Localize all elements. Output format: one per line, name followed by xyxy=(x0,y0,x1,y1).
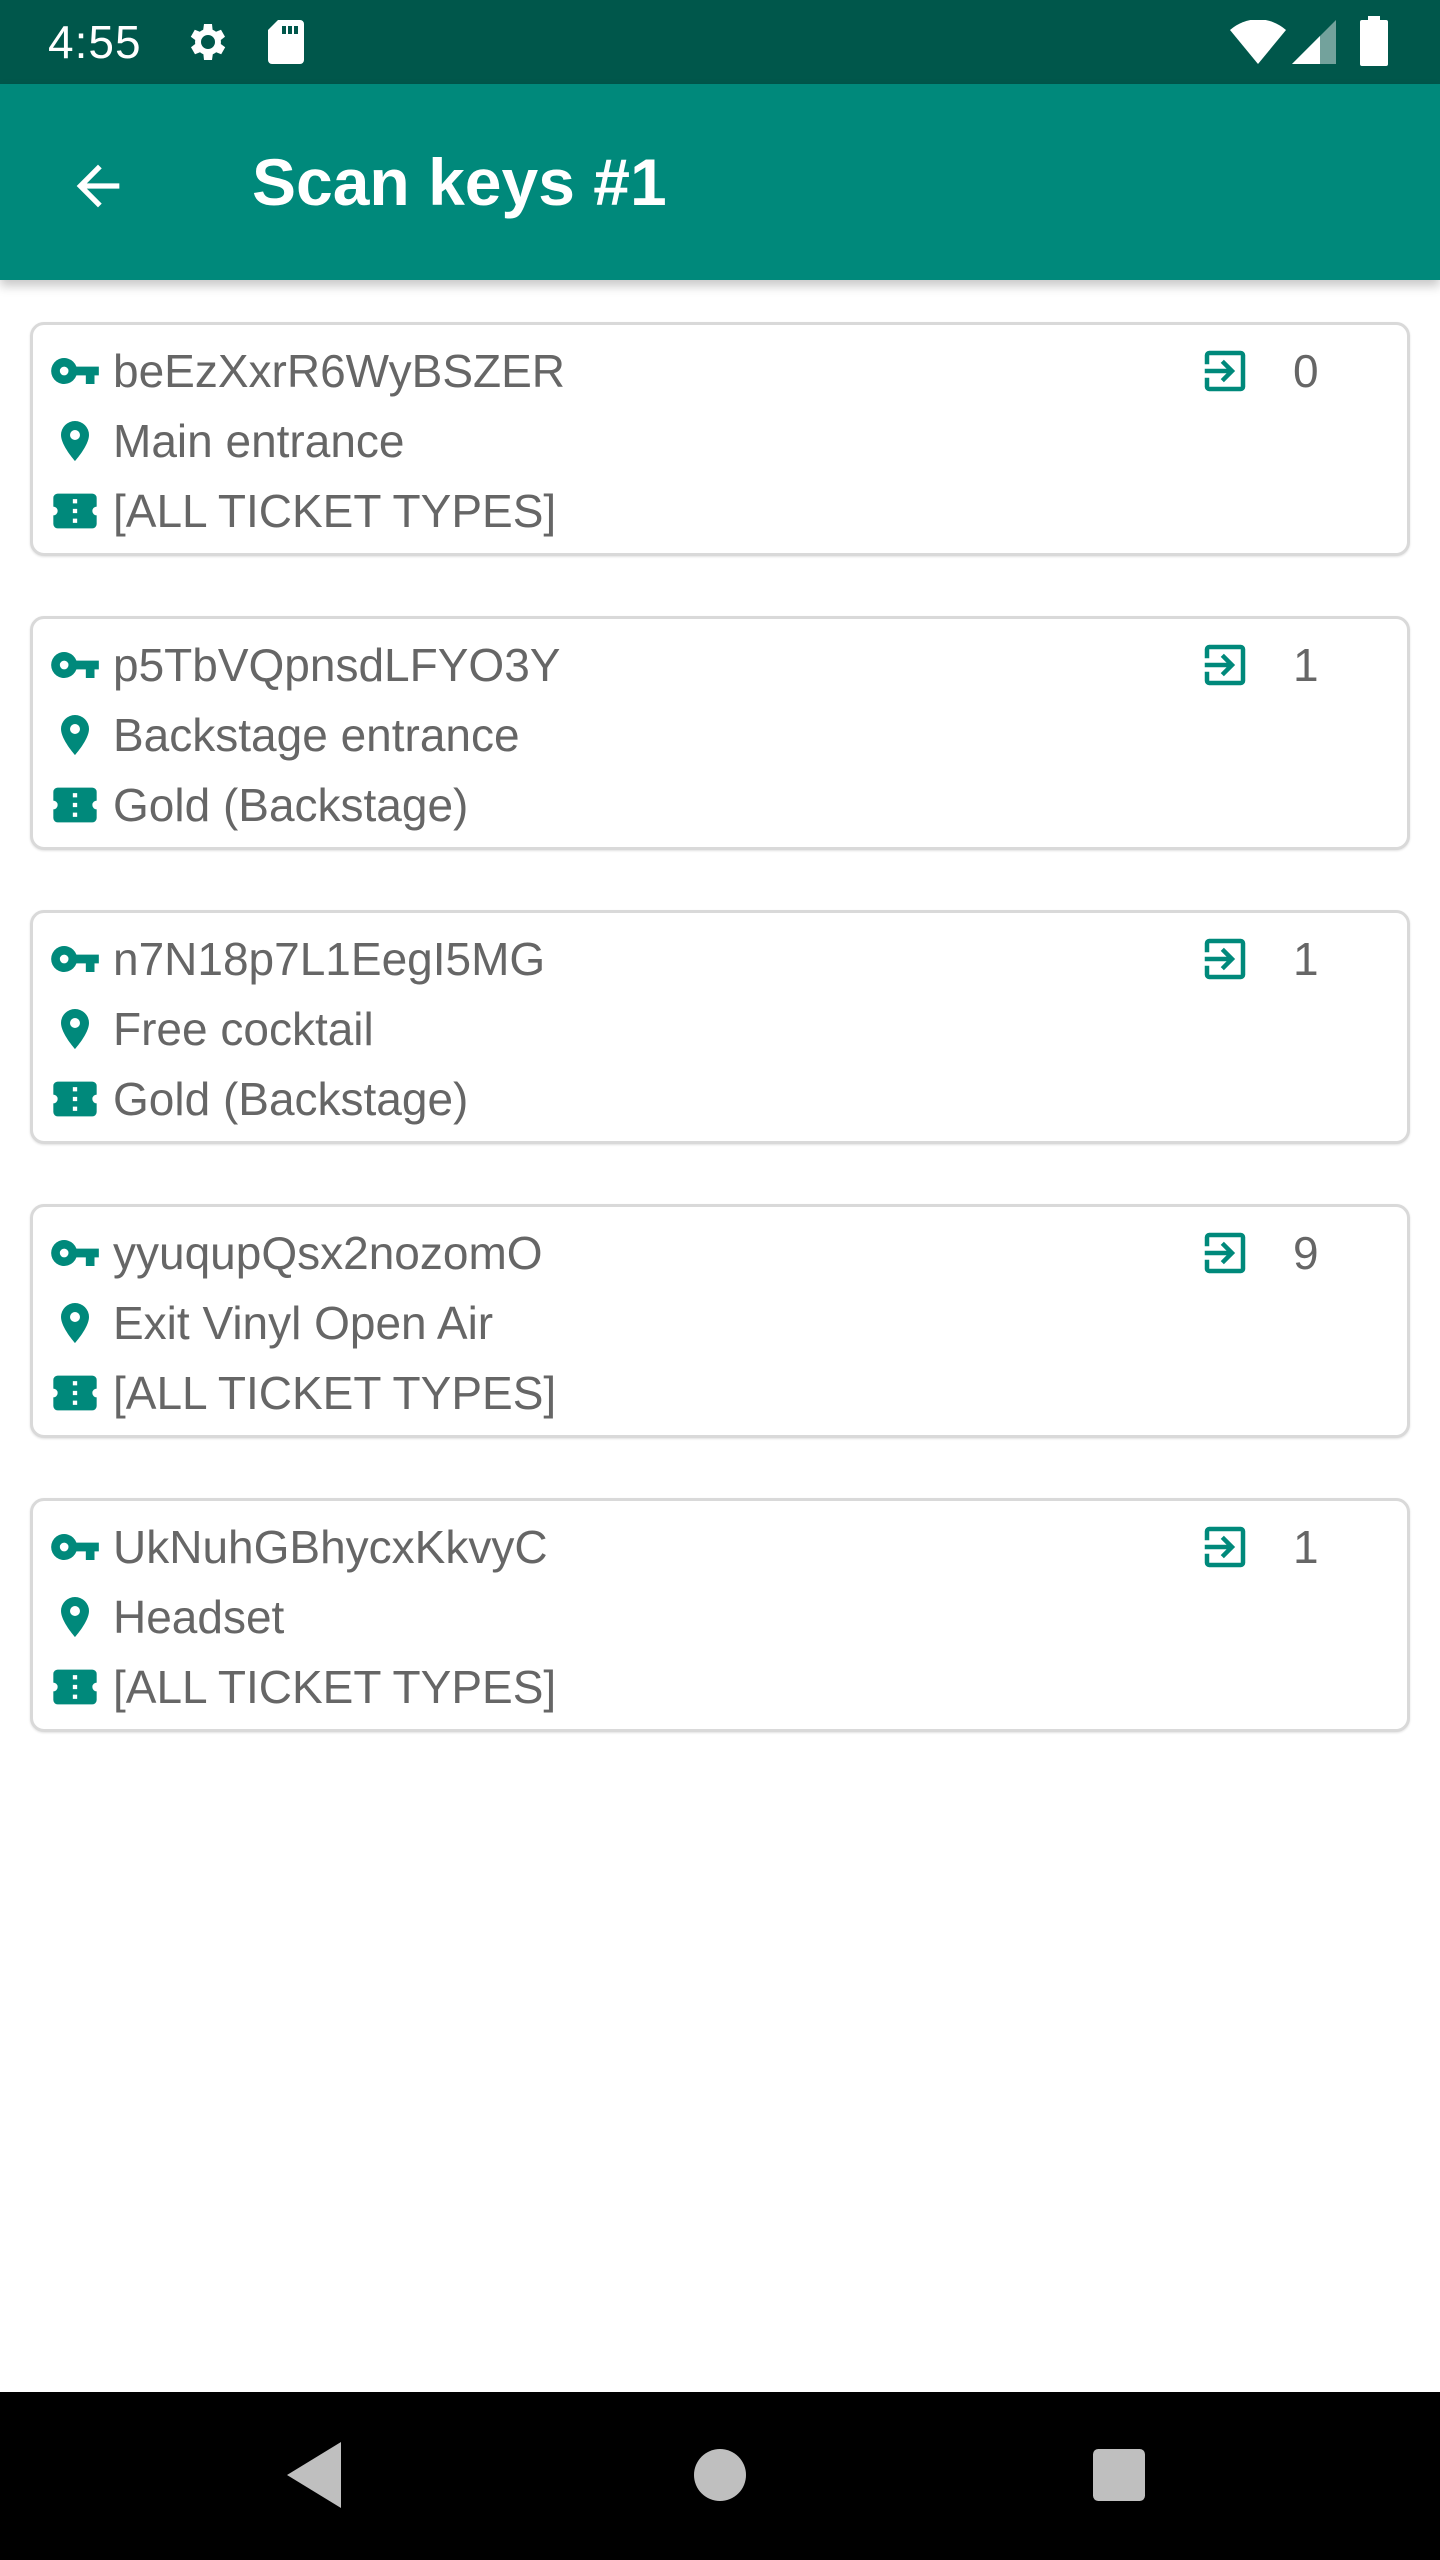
key-row: n7N18p7L1EegI5MG xyxy=(47,927,545,991)
key-icon xyxy=(47,931,103,987)
nav-back-button[interactable] xyxy=(272,2432,362,2522)
battery-icon xyxy=(1360,16,1388,66)
back-button[interactable] xyxy=(50,140,146,236)
page-title: Scan keys #1 xyxy=(252,145,667,219)
login-icon xyxy=(1197,931,1253,987)
key-icon xyxy=(47,343,103,399)
gear-icon xyxy=(184,18,232,66)
status-time: 4:55 xyxy=(48,16,142,68)
ticket-types-text: Gold (Backstage) xyxy=(113,779,469,831)
checkin-count-group: 1 xyxy=(1197,633,1321,697)
location-row: Backstage entrance xyxy=(47,703,520,767)
ticket-types-row: [ALL TICKET TYPES] xyxy=(47,1361,556,1425)
login-icon xyxy=(1197,1225,1253,1281)
scan-key-list: beEzXxrR6WyBSZER Main entrance [ALL TICK… xyxy=(0,280,1440,1792)
key-text: yyuqupQsx2nozomO xyxy=(113,1227,543,1279)
ticket-icon xyxy=(47,483,103,539)
location-row: Exit Vinyl Open Air xyxy=(47,1291,493,1355)
key-row: p5TbVQpnsdLFYO3Y xyxy=(47,633,560,697)
ticket-types-row: Gold (Backstage) xyxy=(47,1067,468,1131)
ticket-icon xyxy=(47,1659,103,1715)
ticket-icon xyxy=(47,777,103,833)
system-nav-bar xyxy=(0,2392,1440,2560)
ticket-icon xyxy=(47,1071,103,1127)
location-row: Free cocktail xyxy=(47,997,374,1061)
location-text: Backstage entrance xyxy=(113,709,520,761)
nav-recents-button[interactable] xyxy=(1074,2432,1164,2522)
checkin-count: 1 xyxy=(1293,933,1319,985)
checkin-count-group: 1 xyxy=(1197,1515,1321,1579)
checkin-count-group: 9 xyxy=(1197,1221,1321,1285)
key-row: UkNuhGBhycxKkvyC xyxy=(47,1515,548,1579)
ticket-types-row: [ALL TICKET TYPES] xyxy=(47,1655,556,1719)
wifi-icon xyxy=(1230,20,1286,64)
scan-key-card[interactable]: yyuqupQsx2nozomO Exit Vinyl Open Air [AL… xyxy=(30,1204,1410,1438)
ticket-types-row: Gold (Backstage) xyxy=(47,773,468,837)
checkin-count-group: 1 xyxy=(1197,927,1321,991)
nav-home-button[interactable] xyxy=(675,2432,765,2522)
home-circle-icon xyxy=(694,2448,746,2506)
key-icon xyxy=(47,637,103,693)
location-text: Exit Vinyl Open Air xyxy=(113,1297,494,1349)
location-pin-icon xyxy=(47,1589,103,1645)
ticket-types-row: [ALL TICKET TYPES] xyxy=(47,479,556,543)
checkin-count: 0 xyxy=(1293,345,1319,397)
ticket-types-text: [ALL TICKET TYPES] xyxy=(113,1661,557,1713)
location-row: Main entrance xyxy=(47,409,405,473)
scan-key-card[interactable]: UkNuhGBhycxKkvyC Headset [ALL TICKET TYP… xyxy=(30,1498,1410,1732)
key-text: UkNuhGBhycxKkvyC xyxy=(113,1521,548,1573)
key-row: beEzXxrR6WyBSZER xyxy=(47,339,565,403)
back-triangle-icon xyxy=(287,2441,347,2513)
scan-key-card[interactable]: n7N18p7L1EegI5MG Free cocktail Gold (Bac… xyxy=(30,910,1410,1144)
key-icon xyxy=(47,1225,103,1281)
location-pin-icon xyxy=(47,1001,103,1057)
ticket-types-text: [ALL TICKET TYPES] xyxy=(113,485,557,537)
sd-card-icon xyxy=(264,18,308,66)
ticket-types-text: [ALL TICKET TYPES] xyxy=(113,1367,557,1419)
key-text: beEzXxrR6WyBSZER xyxy=(113,345,566,397)
key-text: p5TbVQpnsdLFYO3Y xyxy=(113,639,561,691)
checkin-count: 1 xyxy=(1293,639,1319,691)
login-icon xyxy=(1197,637,1253,693)
login-icon xyxy=(1197,343,1253,399)
key-icon xyxy=(47,1519,103,1575)
key-text: n7N18p7L1EegI5MG xyxy=(113,933,546,985)
checkin-count-group: 0 xyxy=(1197,339,1321,403)
checkin-count: 1 xyxy=(1293,1521,1319,1573)
location-text: Headset xyxy=(113,1591,285,1643)
location-pin-icon xyxy=(47,413,103,469)
checkin-count: 9 xyxy=(1293,1227,1319,1279)
scan-key-card[interactable]: p5TbVQpnsdLFYO3Y Backstage entrance Gold… xyxy=(30,616,1410,850)
app-bar: Scan keys #1 xyxy=(0,84,1440,280)
location-pin-icon xyxy=(47,707,103,763)
status-bar: 4:55 xyxy=(0,0,1440,84)
location-text: Main entrance xyxy=(113,415,405,467)
arrow-back-icon xyxy=(66,154,130,223)
location-pin-icon xyxy=(47,1295,103,1351)
ticket-types-text: Gold (Backstage) xyxy=(113,1073,469,1125)
location-row: Headset xyxy=(47,1585,284,1649)
login-icon xyxy=(1197,1519,1253,1575)
cell-signal-icon xyxy=(1292,20,1336,64)
recents-square-icon xyxy=(1093,2448,1145,2506)
key-row: yyuqupQsx2nozomO xyxy=(47,1221,543,1285)
ticket-icon xyxy=(47,1365,103,1421)
scan-key-card[interactable]: beEzXxrR6WyBSZER Main entrance [ALL TICK… xyxy=(30,322,1410,556)
location-text: Free cocktail xyxy=(113,1003,374,1055)
